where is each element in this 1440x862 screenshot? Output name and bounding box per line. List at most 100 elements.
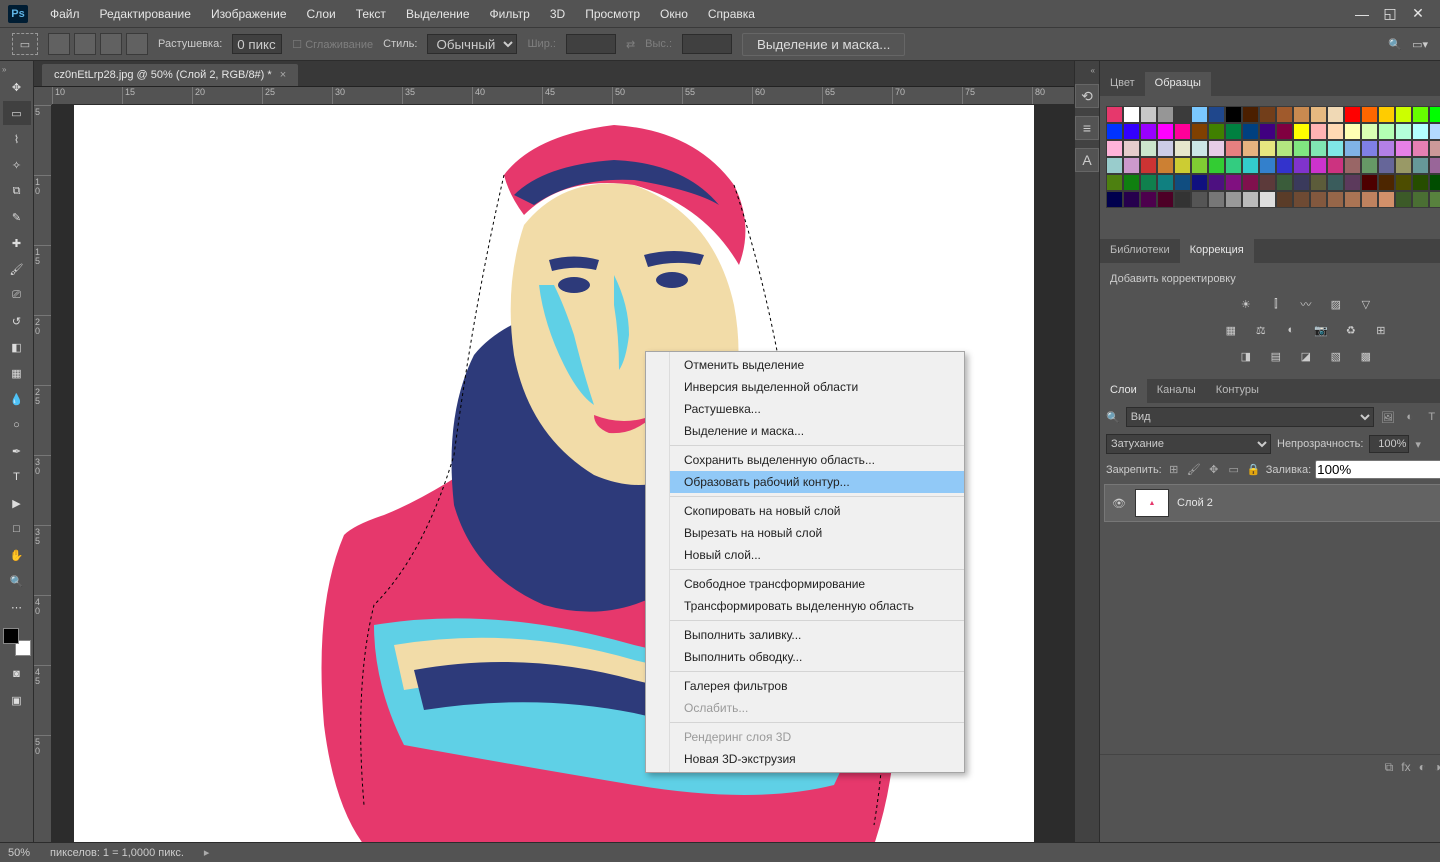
context-menu-item[interactable]: Образовать рабочий контур...: [670, 471, 964, 493]
swatch-cell[interactable]: [1310, 191, 1327, 208]
swatch-cell[interactable]: [1208, 123, 1225, 140]
adjustments-tab[interactable]: Коррекция: [1180, 239, 1254, 263]
paths-tab[interactable]: Контуры: [1206, 379, 1269, 403]
close-tab-icon[interactable]: ×: [280, 69, 286, 81]
swatch-cell[interactable]: [1191, 123, 1208, 140]
layers-tab[interactable]: Слои: [1100, 379, 1147, 403]
swatch-cell[interactable]: [1412, 140, 1429, 157]
swatch-cell[interactable]: [1259, 191, 1276, 208]
selection-intersect-icon[interactable]: [126, 33, 148, 55]
context-menu-item[interactable]: Новая 3D-экструзия: [670, 748, 964, 770]
quickmask-tool[interactable]: ◙: [3, 662, 31, 686]
search-icon[interactable]: 🔍: [1388, 38, 1402, 51]
swatch-cell[interactable]: [1174, 174, 1191, 191]
swatch-cell[interactable]: [1174, 157, 1191, 174]
swatch-cell[interactable]: [1106, 140, 1123, 157]
swatch-cell[interactable]: [1123, 140, 1140, 157]
context-menu-item[interactable]: Инверсия выделенной области: [670, 376, 964, 398]
context-menu-item[interactable]: Выполнить заливку...: [670, 624, 964, 646]
context-menu-item[interactable]: Вырезать на новый слой: [670, 522, 964, 544]
swatch-cell[interactable]: [1225, 157, 1242, 174]
fill-input[interactable]: [1315, 460, 1440, 479]
close-button[interactable]: ✕: [1410, 6, 1426, 22]
swatch-cell[interactable]: [1378, 174, 1395, 191]
swatch-cell[interactable]: [1395, 191, 1412, 208]
brush-tool[interactable]: 🖌: [3, 257, 31, 281]
swatch-cell[interactable]: [1276, 157, 1293, 174]
properties-panel-icon[interactable]: ≡: [1075, 116, 1099, 140]
swatch-cell[interactable]: [1208, 174, 1225, 191]
context-menu-item[interactable]: Сохранить выделенную область...: [670, 449, 964, 471]
zoom-level[interactable]: 50%: [8, 847, 30, 859]
visibility-icon[interactable]: 👁: [1111, 497, 1127, 510]
swatch-cell[interactable]: [1174, 106, 1191, 123]
magic-wand-tool[interactable]: ✧: [3, 153, 31, 177]
swatch-cell[interactable]: [1395, 123, 1412, 140]
swatch-cell[interactable]: [1259, 106, 1276, 123]
workspace-icon[interactable]: ▭▾: [1412, 38, 1428, 51]
swatch-cell[interactable]: [1344, 106, 1361, 123]
swatch-cell[interactable]: [1361, 106, 1378, 123]
swatch-cell[interactable]: [1191, 174, 1208, 191]
swatch-cell[interactable]: [1361, 157, 1378, 174]
swatch-cell[interactable]: [1361, 191, 1378, 208]
hand-tool[interactable]: ✋: [3, 543, 31, 567]
opacity-input[interactable]: [1369, 435, 1409, 453]
posterize-icon[interactable]: ▤: [1266, 347, 1286, 365]
swatch-cell[interactable]: [1293, 174, 1310, 191]
swatch-cell[interactable]: [1344, 123, 1361, 140]
filter-text-icon[interactable]: T: [1424, 409, 1440, 425]
dodge-tool[interactable]: ○: [3, 413, 31, 437]
move-tool[interactable]: ✥: [3, 75, 31, 99]
context-menu-item[interactable]: Новый слой...: [670, 544, 964, 566]
swatch-cell[interactable]: [1293, 191, 1310, 208]
swatch-cell[interactable]: [1276, 106, 1293, 123]
swatch-cell[interactable]: [1327, 157, 1344, 174]
doc-info-chevron[interactable]: ▸: [204, 846, 210, 859]
crop-tool[interactable]: ⧉: [3, 179, 31, 203]
swatch-cell[interactable]: [1191, 106, 1208, 123]
lock-all-icon[interactable]: 🔒: [1246, 462, 1262, 478]
swatch-cell[interactable]: [1225, 174, 1242, 191]
screenmode-tool[interactable]: ▣: [3, 688, 31, 712]
swatch-cell[interactable]: [1208, 157, 1225, 174]
swatch-cell[interactable]: [1242, 140, 1259, 157]
swatch-cell[interactable]: [1429, 174, 1440, 191]
menu-select[interactable]: Выделение: [396, 2, 480, 26]
eraser-tool[interactable]: ◧: [3, 335, 31, 359]
swatch-cell[interactable]: [1395, 157, 1412, 174]
swatch-cell[interactable]: [1259, 140, 1276, 157]
swatch-cell[interactable]: [1293, 157, 1310, 174]
swatch-cell[interactable]: [1140, 191, 1157, 208]
swatch-cell[interactable]: [1378, 157, 1395, 174]
swatch-cell[interactable]: [1106, 191, 1123, 208]
hue-icon[interactable]: ▦: [1221, 321, 1241, 339]
libraries-tab[interactable]: Библиотеки: [1100, 239, 1180, 263]
swatch-cell[interactable]: [1157, 174, 1174, 191]
stamp-tool[interactable]: ⎚: [3, 283, 31, 307]
swatch-cell[interactable]: [1123, 123, 1140, 140]
swatch-cell[interactable]: [1208, 140, 1225, 157]
swatch-cell[interactable]: [1174, 123, 1191, 140]
feather-input[interactable]: [232, 34, 282, 54]
swatch-cell[interactable]: [1378, 106, 1395, 123]
layer-row[interactable]: 👁 ▲ Слой 2: [1104, 484, 1440, 522]
blur-tool[interactable]: 💧: [3, 387, 31, 411]
menu-3d[interactable]: 3D: [540, 2, 575, 26]
swatch-cell[interactable]: [1395, 140, 1412, 157]
swatch-cell[interactable]: [1276, 174, 1293, 191]
layer-mask-icon[interactable]: ◐: [1419, 760, 1426, 781]
swatch-cell[interactable]: [1327, 106, 1344, 123]
filter-image-icon[interactable]: 🖼: [1380, 409, 1396, 425]
context-menu-item[interactable]: Свободное трансформирование: [670, 573, 964, 595]
lock-pixels-icon[interactable]: ⊞: [1166, 462, 1182, 478]
swatch-cell[interactable]: [1276, 191, 1293, 208]
swatch-cell[interactable]: [1140, 157, 1157, 174]
menu-text[interactable]: Текст: [346, 2, 396, 26]
healing-tool[interactable]: ✚: [3, 231, 31, 255]
swatch-cell[interactable]: [1361, 140, 1378, 157]
swatch-cell[interactable]: [1157, 191, 1174, 208]
swatch-cell[interactable]: [1157, 106, 1174, 123]
context-menu-item[interactable]: Выполнить обводку...: [670, 646, 964, 668]
eyedropper-tool[interactable]: ✎: [3, 205, 31, 229]
